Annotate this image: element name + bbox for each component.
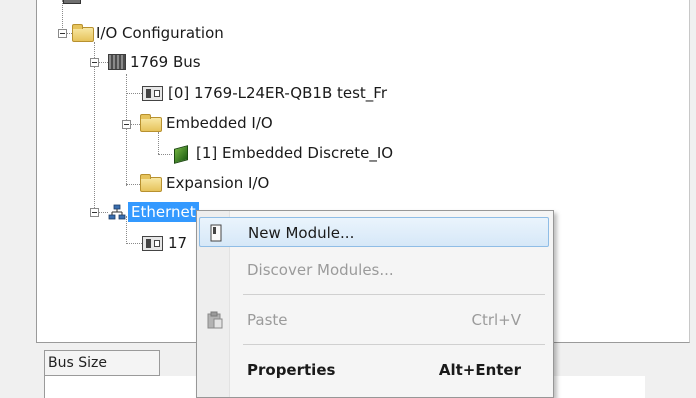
menu-separator bbox=[243, 344, 545, 345]
menu-item-label: New Module... bbox=[248, 224, 355, 242]
menu-item-shortcut: Ctrl+V bbox=[471, 311, 521, 329]
context-menu: New Module... Discover Modules... Paste … bbox=[196, 210, 554, 398]
folder-icon bbox=[140, 114, 162, 132]
embedded-io-collapse-icon[interactable] bbox=[122, 120, 131, 129]
folder-icon bbox=[72, 24, 94, 42]
menu-item-new-module[interactable]: New Module... bbox=[199, 217, 549, 247]
new-module-icon bbox=[210, 224, 222, 242]
bus-collapse-icon[interactable] bbox=[90, 58, 99, 67]
tree-partial-node-icon bbox=[63, 0, 81, 4]
menu-item-label: Paste bbox=[247, 311, 288, 329]
menu-item-discover-modules[interactable]: Discover Modules... bbox=[199, 255, 549, 285]
tree-item-embedded-io[interactable]: Embedded I/O bbox=[166, 113, 273, 133]
tree-item-embedded-discrete-io[interactable]: [1] Embedded Discrete_IO bbox=[196, 143, 393, 163]
tree-item-controller[interactable]: [0] 1769-L24ER-QB1B test_Fr bbox=[168, 83, 387, 103]
menu-separator bbox=[243, 294, 545, 295]
grid-header-bus-size[interactable]: Bus Size bbox=[44, 350, 160, 376]
tree-item-ethernet-child[interactable]: 17 bbox=[168, 233, 187, 253]
menu-item-paste[interactable]: Paste Ctrl+V bbox=[199, 305, 549, 335]
ethernet-collapse-icon[interactable] bbox=[90, 208, 99, 217]
tree-item-io-configuration[interactable]: I/O Configuration bbox=[96, 23, 224, 43]
tree-item-expansion-io[interactable]: Expansion I/O bbox=[166, 173, 269, 193]
folder-icon bbox=[140, 174, 162, 192]
tree-item-ethernet[interactable]: Ethernet bbox=[128, 202, 199, 222]
bus-icon bbox=[108, 54, 126, 70]
io-module-icon bbox=[174, 145, 188, 164]
menu-item-label: Discover Modules... bbox=[247, 261, 394, 279]
menu-item-properties[interactable]: Properties Alt+Enter bbox=[199, 355, 549, 385]
io-configuration-collapse-icon[interactable] bbox=[58, 29, 67, 38]
menu-item-label: Properties bbox=[247, 361, 336, 379]
controller-module-icon bbox=[142, 86, 163, 101]
tree-item-1769-bus[interactable]: 1769 Bus bbox=[130, 52, 201, 72]
ethernet-module-icon bbox=[142, 236, 163, 251]
paste-icon bbox=[207, 311, 223, 329]
network-icon bbox=[108, 204, 126, 220]
menu-item-shortcut: Alt+Enter bbox=[438, 361, 521, 379]
